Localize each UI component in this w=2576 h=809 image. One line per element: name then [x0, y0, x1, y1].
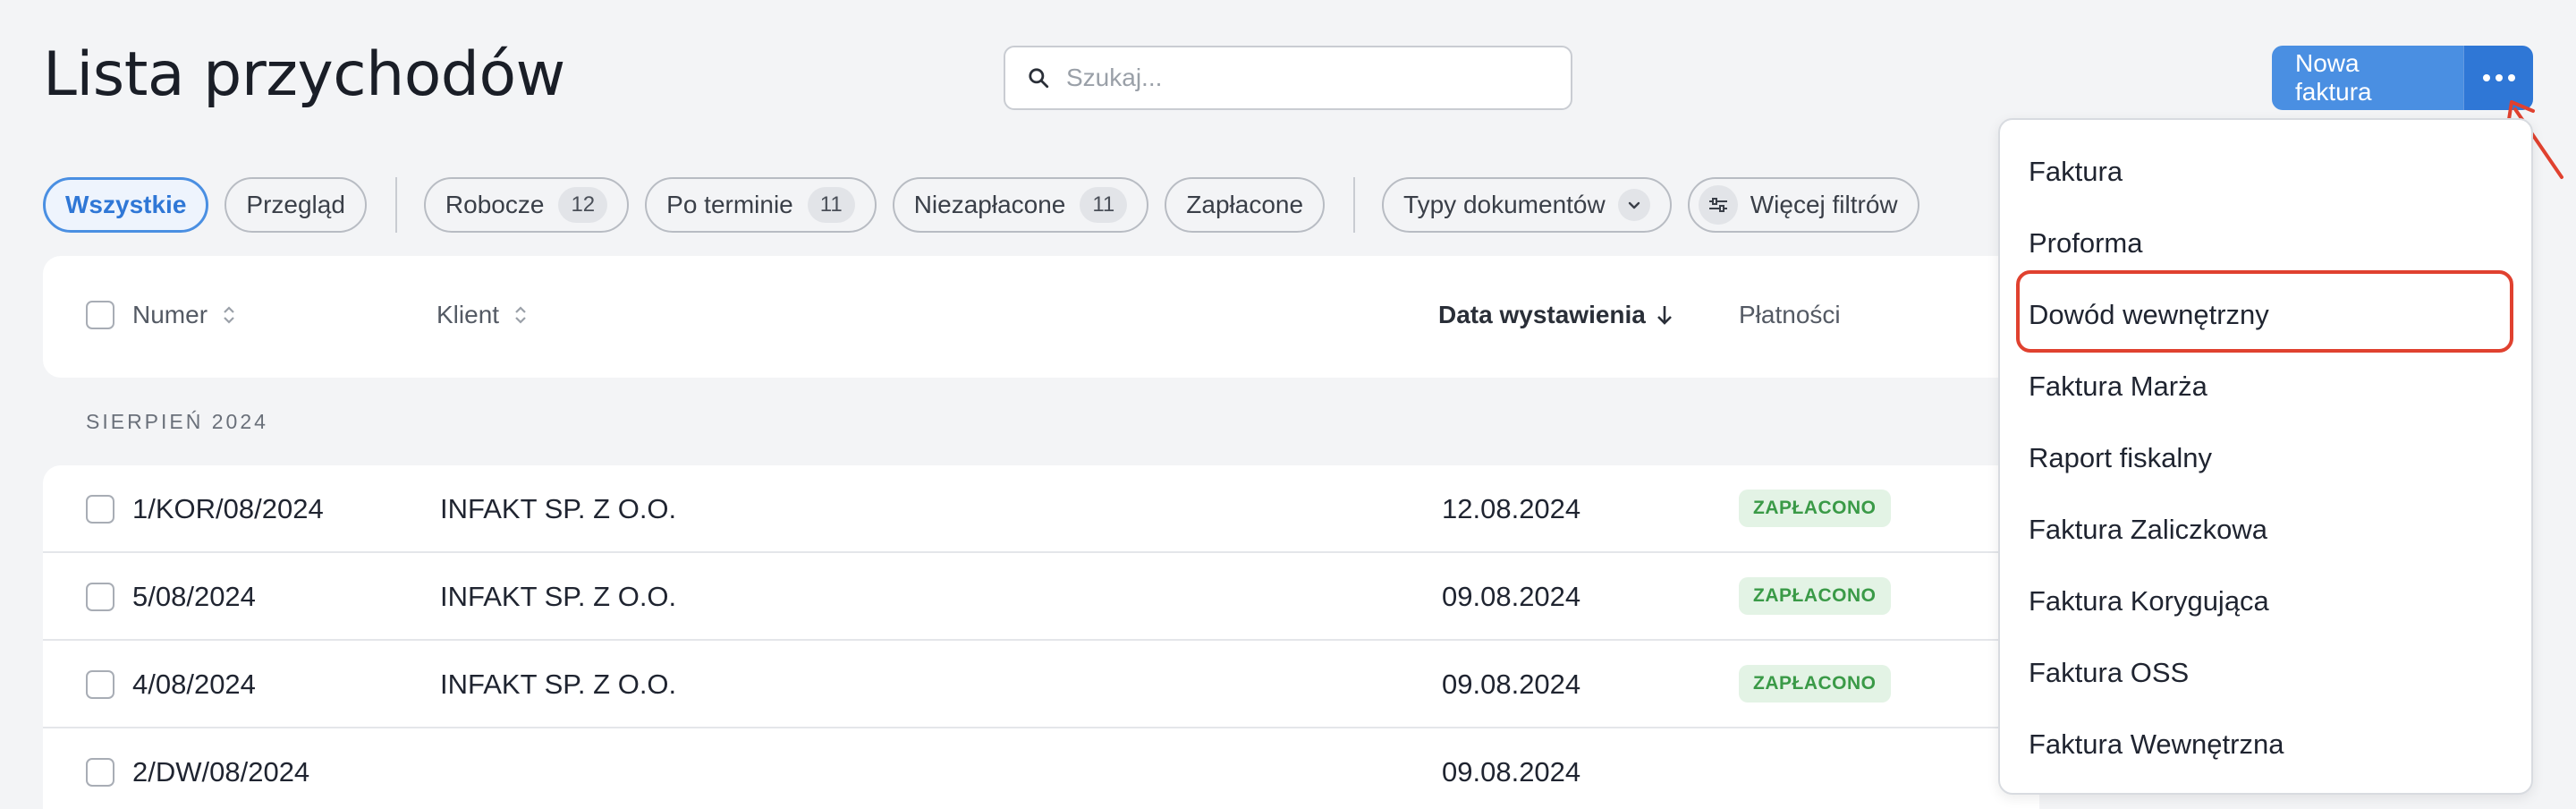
more-dots-icon — [2482, 74, 2490, 81]
new-invoice-button[interactable]: Nowa faktura — [2272, 46, 2463, 110]
row-checkbox[interactable] — [86, 583, 114, 611]
select-all — [86, 301, 114, 329]
search-box[interactable] — [1004, 46, 1572, 110]
status-badge: ZAPŁACONO — [1739, 577, 1891, 615]
column-payments-label: Płatności — [1739, 301, 1841, 328]
document-type-menu: Faktura Proforma Dowód wewnętrzny Faktur… — [1998, 118, 2533, 795]
table-row[interactable]: 1/KOR/08/2024 INFAKT SP. Z O.O. 12.08.20… — [43, 465, 2039, 553]
filter-divider — [1353, 177, 1356, 233]
filter-all[interactable]: Wszystkie — [43, 177, 209, 233]
menu-item-faktura-korygujaca[interactable]: Faktura Korygująca — [2029, 585, 2269, 617]
table-row[interactable]: 4/08/2024 INFAKT SP. Z O.O. 09.08.2024 Z… — [43, 641, 2039, 728]
row-date: 12.08.2024 — [1442, 493, 1581, 524]
column-client-label: Klient — [436, 301, 500, 328]
page-title: Lista przychodów — [43, 39, 565, 110]
column-client[interactable]: Klient — [436, 301, 530, 329]
filter-unpaid[interactable]: Niezapłacone 11 — [892, 177, 1149, 233]
search-input[interactable] — [1066, 64, 1549, 92]
filter-divider — [394, 177, 397, 233]
filter-more-label: Więcej filtrów — [1750, 191, 1898, 218]
table-row[interactable]: 5/08/2024 INFAKT SP. Z O.O. 09.08.2024 Z… — [43, 553, 2039, 641]
menu-item-faktura-oss[interactable]: Faktura OSS — [2029, 657, 2189, 689]
row-checkbox[interactable] — [86, 670, 114, 699]
column-number[interactable]: Numer — [132, 301, 238, 329]
row-number: 4/08/2024 — [132, 668, 256, 700]
row-number: 1/KOR/08/2024 — [132, 493, 324, 524]
filter-more[interactable]: Więcej filtrów — [1687, 177, 1919, 233]
select-all-checkbox[interactable] — [86, 301, 114, 329]
column-issue-date-label: Data wystawienia — [1438, 301, 1646, 328]
sort-icon — [224, 306, 234, 324]
row-date: 09.08.2024 — [1442, 581, 1581, 612]
month-section-label: SIERPIEŃ 2024 — [86, 410, 268, 433]
row-number: 2/DW/08/2024 — [132, 756, 310, 788]
invoice-list: 1/KOR/08/2024 INFAKT SP. Z O.O. 12.08.20… — [43, 465, 2039, 809]
filter-bar: Wszystkie Przegląd Robocze 12 Po termini… — [43, 177, 1936, 233]
row-client: INFAKT SP. Z O.O. — [440, 493, 677, 524]
menu-item-faktura-zaliczkowa[interactable]: Faktura Zaliczkowa — [2029, 514, 2267, 546]
sliders-icon — [1698, 185, 1738, 225]
column-number-label: Numer — [132, 301, 208, 328]
row-number: 5/08/2024 — [132, 581, 256, 612]
filter-document-types[interactable]: Typy dokumentów — [1382, 177, 1672, 233]
filter-drafts-count: 12 — [558, 187, 608, 223]
menu-item-faktura-marza[interactable]: Faktura Marża — [2029, 370, 2207, 403]
status-badge: ZAPŁACONO — [1739, 490, 1891, 527]
new-invoice-split-button: Nowa faktura — [2272, 46, 2533, 110]
more-dot — [2507, 74, 2515, 81]
menu-item-dowod-wewnetrzny[interactable]: Dowód wewnętrzny — [2029, 299, 2269, 331]
filter-overdue-label: Po terminie — [666, 191, 793, 218]
chevron-down-icon — [1617, 189, 1650, 221]
filter-drafts-label: Robocze — [445, 191, 545, 218]
status-badge: ZAPŁACONO — [1739, 665, 1891, 703]
menu-item-faktura-wewnetrzna[interactable]: Faktura Wewnętrzna — [2029, 728, 2284, 761]
menu-item-faktura[interactable]: Faktura — [2029, 156, 2123, 188]
menu-item-raport-fiskalny[interactable]: Raport fiskalny — [2029, 442, 2212, 474]
filter-unpaid-label: Niezapłacone — [913, 191, 1066, 218]
filter-overdue[interactable]: Po terminie 11 — [645, 177, 877, 233]
filter-drafts[interactable]: Robocze 12 — [423, 177, 630, 233]
column-payments: Płatności — [1739, 301, 1841, 329]
row-date: 09.08.2024 — [1442, 756, 1581, 788]
row-date: 09.08.2024 — [1442, 668, 1581, 700]
filter-document-types-label: Typy dokumentów — [1403, 191, 1606, 218]
row-client: INFAKT SP. Z O.O. — [440, 581, 677, 612]
sort-icon — [515, 306, 526, 324]
table-row[interactable]: 2/DW/08/2024 09.08.2024 — [43, 728, 2039, 809]
filter-overview[interactable]: Przegląd — [225, 177, 367, 233]
filter-paid[interactable]: Zapłacone — [1165, 177, 1326, 233]
table-header: Numer Klient Data wystawienia Płatności — [43, 256, 2039, 378]
filter-overdue-count: 11 — [807, 187, 855, 223]
filter-unpaid-count: 11 — [1080, 187, 1128, 223]
search-icon — [1029, 68, 1049, 89]
row-checkbox[interactable] — [86, 758, 114, 787]
column-issue-date[interactable]: Data wystawienia — [1438, 301, 1674, 329]
menu-item-proforma[interactable]: Proforma — [2029, 227, 2142, 260]
arrow-down-icon — [1657, 306, 1672, 325]
row-checkbox[interactable] — [86, 495, 114, 524]
row-client: INFAKT SP. Z O.O. — [440, 668, 677, 700]
more-dot — [2495, 74, 2503, 81]
